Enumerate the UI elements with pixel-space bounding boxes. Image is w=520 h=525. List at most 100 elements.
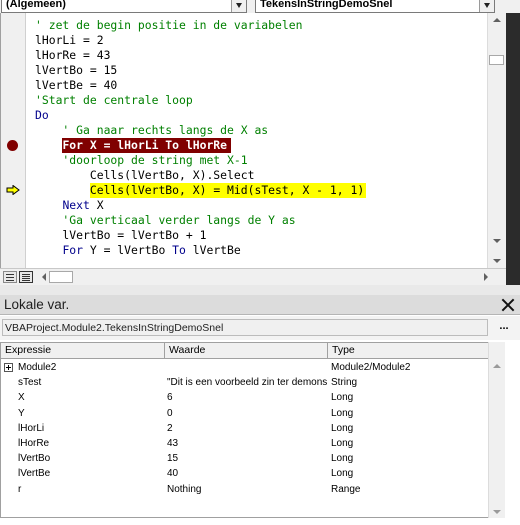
code-keyword: Do [35,108,49,122]
object-dropdown-chevron-down-icon[interactable] [231,0,246,12]
expression-cell: lVertBe [18,468,51,480]
procedure-dropdown-value: TekensInStringDemoSnel [260,0,393,10]
scroll-thumb[interactable] [489,55,504,65]
column-header-type[interactable]: Type [328,343,504,358]
scroll-down-arrow-icon[interactable] [493,239,501,243]
locals-window-title: Lokale var. [4,297,70,312]
code-text: Y = lVertBo [83,243,173,257]
expression-cell: lHorRe [18,438,50,449]
type-cell: String [331,377,358,389]
value-cell: 43 [167,438,179,449]
type-cell: Long [331,422,354,434]
column-header-value[interactable]: Waarde [165,343,328,358]
splitter[interactable] [0,285,520,295]
value-cell: 2 [167,422,173,434]
expression-cell: r [18,483,22,495]
scroll-right-arrow-icon[interactable] [484,273,488,281]
code-line[interactable]: Cells(lVertBo, X).Select [35,168,506,183]
procedure-dropdown[interactable]: TekensInStringDemoSnel [255,0,495,13]
table-row[interactable]: Y 0 Long [1,406,491,421]
code-comment: ' Ga naar rechts langs de X as [35,123,269,137]
scroll-left-arrow-icon[interactable] [42,273,46,281]
code-text: lVertBe = 40 [35,78,118,92]
value-cell: "Dit is een voorbeeld zin ter demonstrat… [167,377,327,389]
code-vertical-scrollbar[interactable] [487,13,506,268]
breakpoint-statement: For X = lHorLi To lHorRe [62,138,232,153]
code-comment: ' zet de begin positie in de variabelen [35,18,303,32]
type-cell: Long [331,468,354,480]
scroll-down-arrow-icon[interactable] [493,510,501,514]
column-header-expression[interactable]: Expressie [1,343,165,358]
code-line[interactable]: lVertBo = 15 [35,63,506,78]
value-cell: 0 [167,407,173,419]
code-line[interactable]: 'Start de centrale loop [35,93,506,108]
object-dropdown-value: (Algemeen) [6,0,66,10]
code-line[interactable]: Next X [35,198,506,213]
code-line[interactable]: ' zet de begin positie in de variabelen [35,18,506,33]
code-editor[interactable]: ' zet de begin positie in de variabelen l… [0,13,506,268]
locals-grid[interactable]: Expressie Waarde Type Module2 Module2/Mod… [0,342,505,518]
code-line[interactable]: 'Ga verticaal verder langs de Y as [35,213,506,228]
code-keyword: Next [62,198,90,212]
table-row[interactable]: lHorLi 2 Long [1,421,491,436]
table-row[interactable]: Module2 Module2/Module2 [1,360,491,375]
call-stack-button[interactable]: ... [492,319,516,336]
code-line[interactable]: For Y = lVertBo To lVertBe [35,243,506,258]
table-row[interactable]: X 6 Long [1,390,491,405]
expression-cell: Y [18,407,25,419]
table-row[interactable]: lVertBe 40 Long [1,466,491,481]
scroll-up-arrow-icon[interactable] [493,364,501,368]
scroll-thumb[interactable] [49,271,73,283]
procedure-view-icon[interactable] [3,271,17,283]
scroll-up-arrow-icon[interactable] [493,18,501,22]
table-row[interactable]: sTest "Dit is een voorbeeld zin ter demon… [1,375,491,390]
code-line[interactable]: lHorLi = 2 [35,33,506,48]
code-line[interactable]: ' Ga naar rechts langs de X as [35,123,506,138]
window-edge [506,13,520,285]
locals-context-row: VBAProject.Module2.TekensInStringDemoSne… [0,316,520,340]
locals-window-titlebar: Lokale var. [0,295,520,315]
procedure-dropdown-chevron-down-icon[interactable] [479,0,494,12]
code-text: lVertBo = lVertBo + 1 [35,228,207,242]
code-comment: 'Ga verticaal verder langs de Y as [35,213,296,227]
expression-cell: X [18,392,25,404]
code-lines[interactable]: ' zet de begin positie in de variabelen l… [35,18,506,258]
code-line[interactable]: lVertBe = 40 [35,78,506,93]
code-line[interactable]: lHorRe = 43 [35,48,506,63]
expression-cell: sTest [18,377,42,389]
call-stack-context-field: VBAProject.Module2.TekensInStringDemoSne… [2,319,488,336]
margin-indicator-bar[interactable] [1,13,26,268]
locals-grid-header: Expressie Waarde Type [1,343,504,359]
full-module-view-icon[interactable] [19,271,33,283]
code-keyword: For [62,243,84,257]
type-cell: Module2/Module2 [331,362,411,373]
type-cell: Range [331,483,361,495]
value-cell: 40 [167,468,179,480]
code-bottom-bar [0,268,506,285]
locals-vertical-scrollbar[interactable] [488,342,505,518]
table-row[interactable]: lHorRe 43 Long [1,436,491,451]
code-text: lHorRe = 43 [35,48,111,62]
code-text: lHorLi = 2 [35,33,104,47]
object-dropdown[interactable]: (Algemeen) [1,0,247,13]
expand-plus-icon[interactable] [4,363,13,372]
execution-arrow-icon[interactable] [6,185,20,195]
table-row[interactable]: lVertBo 15 Long [1,451,491,466]
close-icon[interactable] [500,297,516,313]
code-line[interactable]: Cells(lVertBo, X) = Mid(sTest, X - 1, 1) [35,183,506,198]
call-stack-context-text: VBAProject.Module2.TekensInStringDemoSne… [5,322,224,334]
expression-cell: lHorLi [18,422,45,434]
code-line[interactable]: 'doorloop de string met X-1 [35,153,506,168]
breakpoint-icon[interactable] [7,140,18,151]
value-cell: 15 [167,453,179,465]
code-line[interactable]: Do [35,108,506,123]
type-cell: Long [331,453,354,465]
scroll-down-arrow-icon[interactable] [493,259,501,263]
code-line[interactable]: For X = lHorLi To lHorRe [35,138,506,153]
table-row[interactable]: r Nothing Range [1,482,491,497]
code-line[interactable]: lVertBo = lVertBo + 1 [35,228,506,243]
code-horizontal-scrollbar[interactable] [40,270,490,285]
code-text: lVertBe [185,243,241,257]
